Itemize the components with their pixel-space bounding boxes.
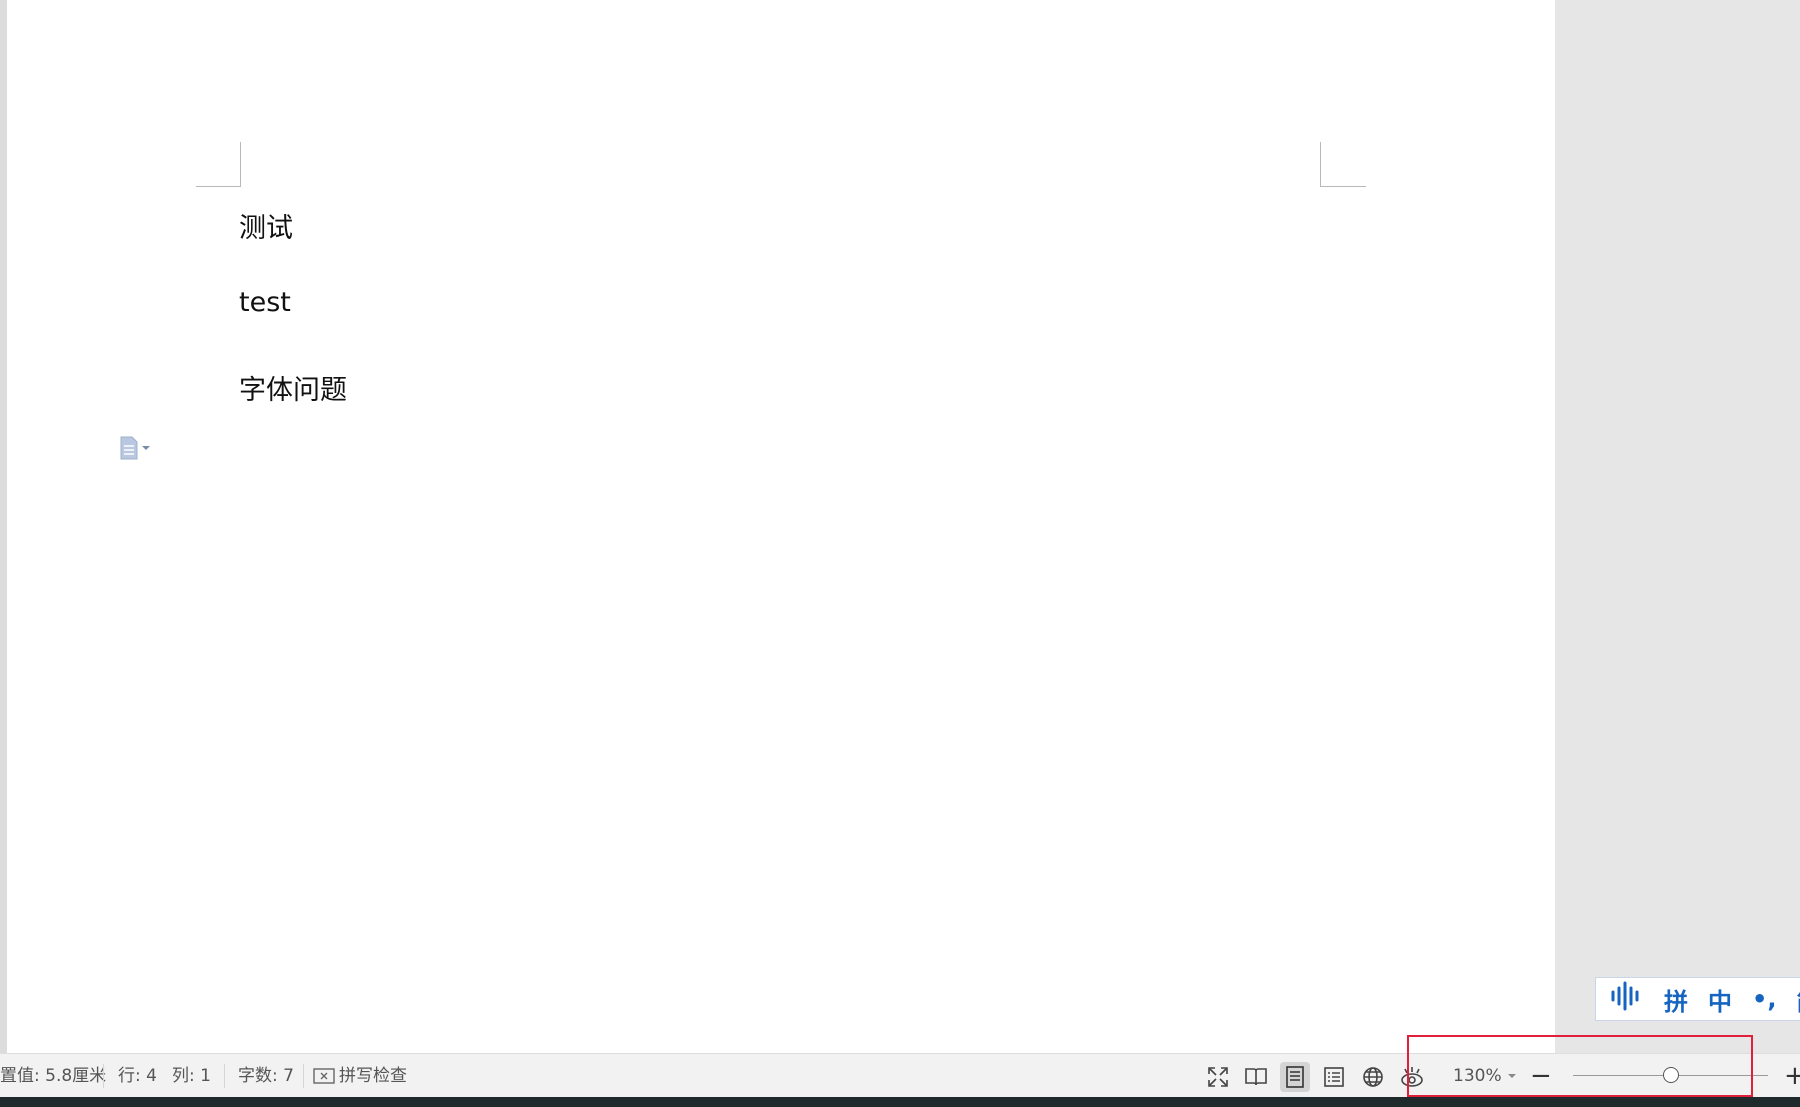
ime-toolbar[interactable]: 拼 中 •, 简 (1595, 977, 1800, 1021)
status-column-number[interactable]: 列: 1 (172, 1054, 211, 1098)
zoom-level-dropdown[interactable]: 130% (1453, 1054, 1516, 1098)
paragraph-1[interactable]: 测试 (239, 206, 293, 245)
page-view-icon[interactable] (1280, 1062, 1310, 1092)
status-setting-value[interactable]: 置值: 5.8厘米 (0, 1054, 106, 1098)
web-view-icon[interactable] (1358, 1062, 1388, 1092)
status-word-count[interactable]: 字数: 7 (238, 1054, 294, 1098)
outline-view-icon[interactable] (1319, 1062, 1349, 1092)
desktop-taskbar-edge (0, 1097, 1800, 1107)
ime-chinese-toggle[interactable]: 中 (1708, 982, 1732, 1017)
zoom-slider-thumb[interactable] (1662, 1067, 1679, 1083)
paragraph-2[interactable]: test (239, 287, 291, 318)
paragraph-3[interactable]: 字体问题 (239, 368, 347, 407)
document-page[interactable]: 测试 test 字体问题 (7, 0, 1555, 1053)
page-corner-mark-top-right (1320, 142, 1366, 187)
voice-waveform-icon[interactable] (1610, 981, 1644, 1017)
chevron-down-icon (142, 446, 150, 450)
ime-simplified-toggle[interactable]: 简 (1796, 982, 1800, 1017)
zoom-out-button[interactable]: − (1530, 1054, 1552, 1098)
chevron-down-icon (1507, 1074, 1516, 1078)
zoom-in-button[interactable]: + (1784, 1054, 1800, 1098)
status-bar: 置值: 5.8厘米 行: 4 列: 1 字数: 7 拼写检查 130% − + (0, 1053, 1800, 1097)
status-divider (103, 1064, 104, 1088)
eye-protection-icon[interactable] (1397, 1062, 1427, 1092)
spell-check-label: 拼写检查 (339, 1066, 407, 1086)
status-divider (303, 1064, 304, 1088)
ime-pinyin-mode[interactable]: 拼 (1664, 982, 1688, 1017)
spell-check-icon (313, 1068, 335, 1084)
status-line-number[interactable]: 行: 4 (118, 1054, 157, 1098)
zoom-level: 130% (1453, 1066, 1502, 1086)
paragraph-handle-button[interactable] (119, 436, 150, 460)
document-area-left-margin (0, 0, 7, 1053)
ime-punctuation-toggle[interactable]: •, (1752, 985, 1776, 1013)
document-icon (120, 436, 138, 460)
status-divider (224, 1064, 225, 1088)
read-mode-icon[interactable] (1241, 1062, 1271, 1092)
page-corner-mark-top-left (196, 142, 241, 187)
spell-check-button[interactable]: 拼写检查 (313, 1054, 407, 1098)
fullscreen-icon[interactable] (1203, 1062, 1233, 1092)
